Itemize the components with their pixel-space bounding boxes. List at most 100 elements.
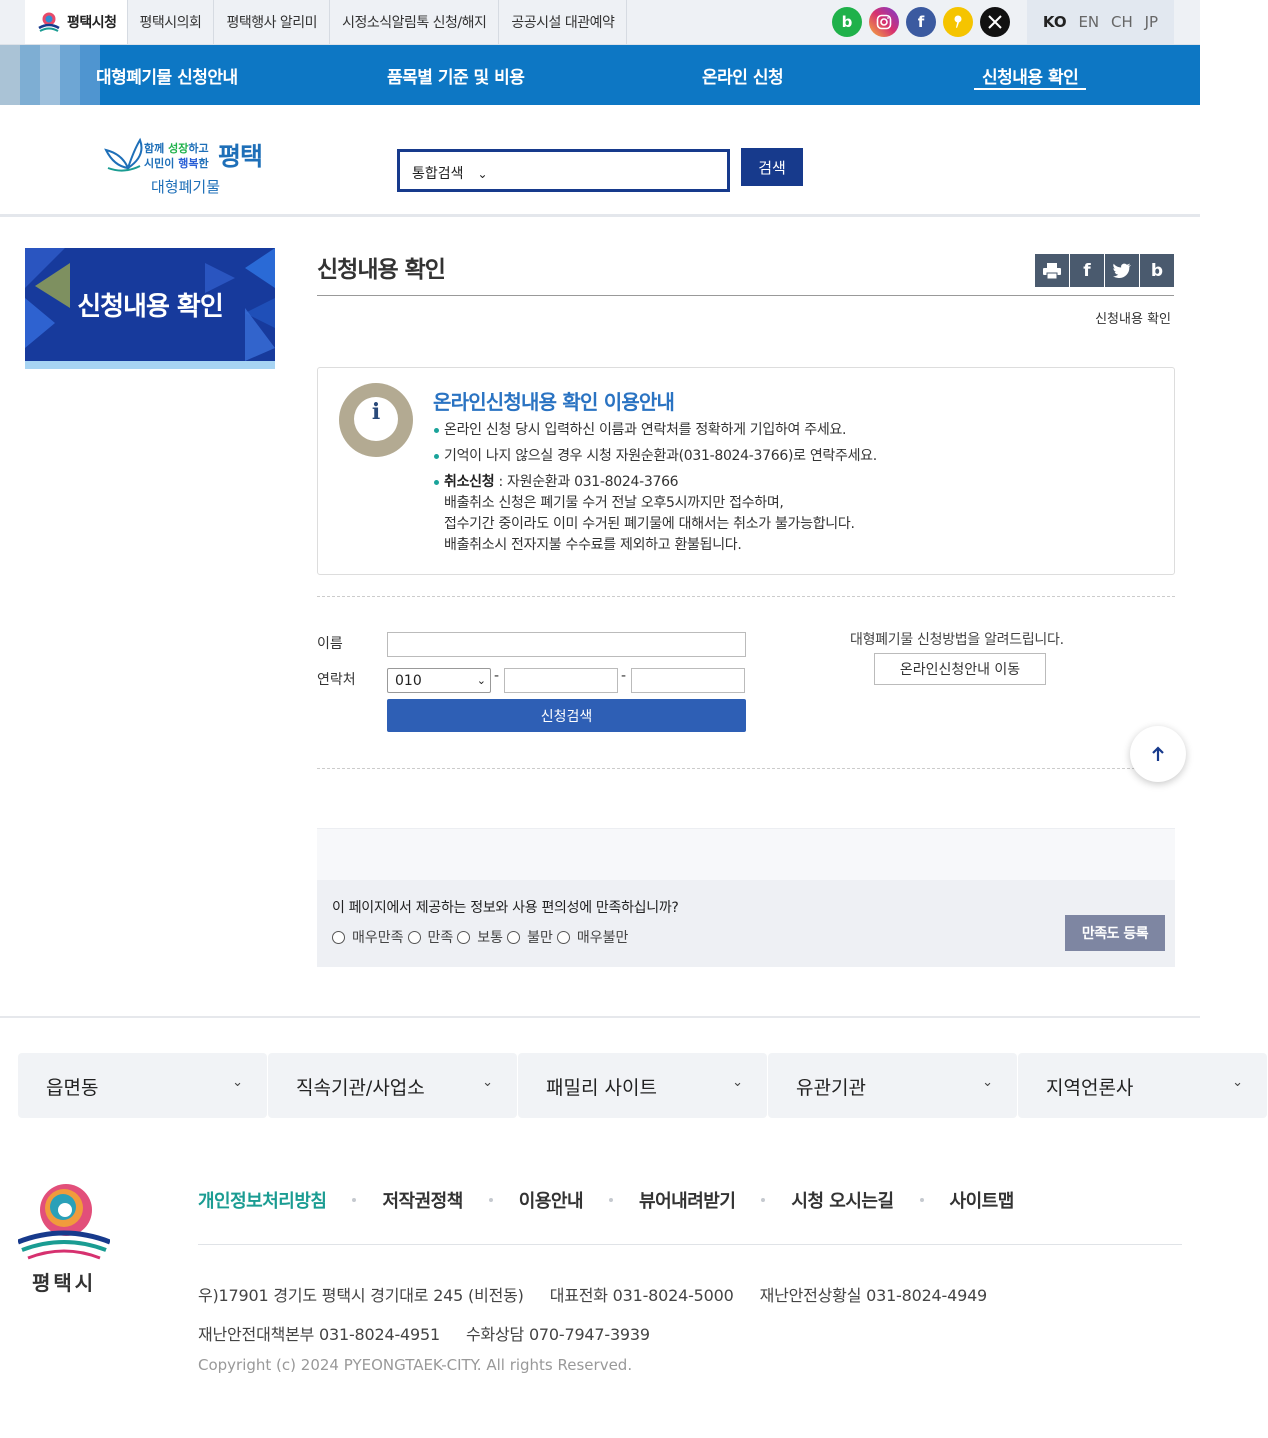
link-viewer-download[interactable]: 뷰어내려받기 (639, 1187, 736, 1213)
name-input[interactable] (387, 632, 746, 657)
link-privacy-policy[interactable]: 개인정보처리방침 (198, 1187, 327, 1213)
facebook-icon[interactable]: f (906, 7, 936, 37)
section-banner: 신청내용 확인 (25, 248, 275, 361)
separator-dot (488, 1198, 493, 1202)
copyright: Copyright (c) 2024 PYEONGTAEK-CITY. All … (198, 1356, 633, 1374)
radio-button[interactable] (507, 930, 521, 944)
cancel-note: 배출취소시 전자지불 수수료를 제외하고 환불됩니다. (444, 537, 742, 553)
dropdown-related-orgs[interactable]: 유관기관 ⌄ (768, 1053, 1017, 1118)
link-facility-booking[interactable]: 공공시설 대관예약 (499, 0, 628, 44)
search-button[interactable]: 검색 (741, 148, 803, 186)
kakao-icon[interactable] (943, 7, 973, 37)
link-event-alert[interactable]: 평택행사 알리미 (214, 0, 331, 44)
address: 우)17901 경기도 평택시 경기대로 245 (비전동) (198, 1286, 524, 1305)
search-application-button[interactable]: 신청검색 (387, 699, 746, 732)
header-divider (0, 214, 1200, 217)
chevron-down-icon: ⌄ (982, 1075, 993, 1090)
lang-ko[interactable]: KO (1043, 13, 1067, 31)
arrow-up-icon (1152, 746, 1164, 761)
twitter-icon[interactable] (1105, 254, 1139, 287)
link-copyright-policy[interactable]: 저작권정책 (382, 1187, 463, 1213)
guide-list: 온라인 신청 당시 입력하신 이름과 연락처를 정확하게 기입하여 주세요. 기… (433, 420, 877, 561)
scroll-top-button[interactable] (1130, 726, 1186, 782)
radio-button[interactable] (457, 930, 471, 944)
logo-subtitle: 대형폐기물 (151, 178, 221, 196)
option-very-dissatisfied[interactable]: 매우불만 (556, 927, 628, 947)
title-divider (317, 295, 1174, 296)
option-dissatisfied[interactable]: 불만 (507, 927, 553, 947)
disaster-hq-phone: 재난안전대책본부 031-8024-4951 (198, 1325, 440, 1344)
main-nav: 대형폐기물 신청안내 품목별 기준 및 비용 온라인 신청 신청내용 확인 (0, 45, 1200, 105)
blog-icon[interactable]: b (832, 7, 862, 37)
form-divider-bottom (317, 768, 1175, 769)
footer-links-divider (198, 1244, 1182, 1245)
phone-separator: - (494, 668, 500, 684)
info-icon: i (339, 383, 413, 457)
print-icon[interactable] (1035, 254, 1069, 287)
satisfaction-survey: 이 페이지에서 제공하는 정보와 사용 편의성에 만족하십니까? 매우만족 만족… (317, 880, 1175, 967)
radio-button[interactable] (407, 930, 421, 944)
sns-links: b f (832, 7, 1010, 37)
option-satisfied[interactable]: 만족 (407, 927, 453, 947)
lang-ch[interactable]: CH (1111, 13, 1133, 31)
nav-item-check-application[interactable]: 신청내용 확인 (973, 45, 1087, 105)
form-divider-top (317, 596, 1175, 597)
lang-en[interactable]: EN (1078, 13, 1099, 31)
disaster-phone: 재난안전상황실 031-8024-4949 (759, 1286, 988, 1305)
phone-prefix-select[interactable]: 010 ⌄ (387, 668, 491, 693)
online-guide-button[interactable]: 온라인신청안내 이동 (874, 653, 1046, 685)
guide-heading: 온라인신청내용 확인 이용안내 (433, 390, 675, 414)
dropdown-local-media[interactable]: 지역언론사 ⌄ (1018, 1053, 1267, 1118)
nav-item-guide[interactable]: 대형폐기물 신청안내 (96, 45, 238, 105)
separator-dot (352, 1198, 357, 1202)
option-neutral[interactable]: 보통 (457, 927, 503, 947)
cancel-label: 취소신청 (444, 474, 495, 490)
chevron-down-icon: ⌄ (482, 1075, 493, 1090)
submit-survey-button[interactable]: 만족도 등록 (1065, 915, 1165, 951)
logo-city-name: 평택 (218, 142, 263, 171)
link-talk-subscribe[interactable]: 시정소식알림톡 신청/해지 (330, 0, 500, 44)
link-city-hall[interactable]: 평택시청 (25, 0, 128, 44)
link-city-hall-label: 평택시청 (67, 15, 117, 31)
link-directions[interactable]: 시청 오시는길 (791, 1187, 894, 1213)
link-city-council[interactable]: 평택시의회 (128, 0, 215, 44)
chevron-down-icon: ⌄ (477, 167, 488, 181)
nav-item-pricing[interactable]: 품목별 기준 및 비용 (387, 45, 525, 105)
site-links: 평택시청 평택시의회 평택행사 알리미 시정소식알림톡 신청/해지 공공시설 대… (25, 0, 628, 44)
logo-slogan-2: 시민이 행복한 (144, 157, 209, 170)
guide-description: 대형폐기물 신청방법을 알려드립니다. (850, 632, 1064, 648)
dropdown-districts[interactable]: 읍면동 ⌄ (18, 1053, 267, 1118)
utility-bar: 평택시청 평택시의회 평택행사 알리미 시정소식알림톡 신청/해지 공공시설 대… (0, 0, 1200, 45)
search-input[interactable]: 통합검색 ⌄ (397, 149, 730, 192)
survey-options: 매우만족 만족 보통 불만 매우불만 (332, 927, 632, 947)
dropdown-family-sites[interactable]: 패밀리 사이트 ⌄ (518, 1053, 767, 1118)
name-label: 이름 (317, 636, 343, 652)
link-usage-guide[interactable]: 이용안내 (519, 1187, 584, 1213)
separator-dot (609, 1198, 614, 1202)
separator-dot (919, 1198, 924, 1202)
site-logo[interactable]: 함께 성장하고 시민이 행복한 평택 대형폐기물 (104, 136, 274, 198)
search-scope-select[interactable]: 통합검색 ⌄ (412, 163, 488, 183)
footer-address-row: 우)17901 경기도 평택시 경기대로 245 (비전동) 대표전화 031-8… (198, 1282, 1013, 1306)
main-phone: 대표전화 031-8024-5000 (549, 1286, 734, 1305)
footer-divider (0, 1016, 1200, 1018)
radio-button[interactable] (556, 930, 570, 944)
chevron-down-icon: ⌄ (1232, 1075, 1243, 1090)
phone-middle-input[interactable] (504, 668, 618, 693)
phone-separator: - (621, 668, 627, 684)
dropdown-agencies[interactable]: 직속기관/사업소 ⌄ (268, 1053, 517, 1118)
share-tools: f b (1035, 254, 1174, 287)
instagram-icon[interactable] (869, 7, 899, 37)
link-sitemap[interactable]: 사이트맵 (950, 1187, 1015, 1213)
lang-jp[interactable]: JP (1145, 13, 1158, 31)
nav-item-online-apply[interactable]: 온라인 신청 (702, 45, 784, 105)
sign-language-phone: 수화상담 070-7947-3939 (465, 1325, 650, 1344)
option-very-satisfied[interactable]: 매우만족 (332, 927, 404, 947)
blog-icon[interactable]: b (1140, 254, 1174, 287)
radio-button[interactable] (332, 930, 345, 944)
facebook-icon[interactable]: f (1070, 254, 1104, 287)
x-icon[interactable] (980, 7, 1010, 37)
search-scope-label: 통합검색 (412, 166, 464, 182)
nav-decoration (0, 45, 100, 105)
phone-last-input[interactable] (631, 668, 745, 693)
